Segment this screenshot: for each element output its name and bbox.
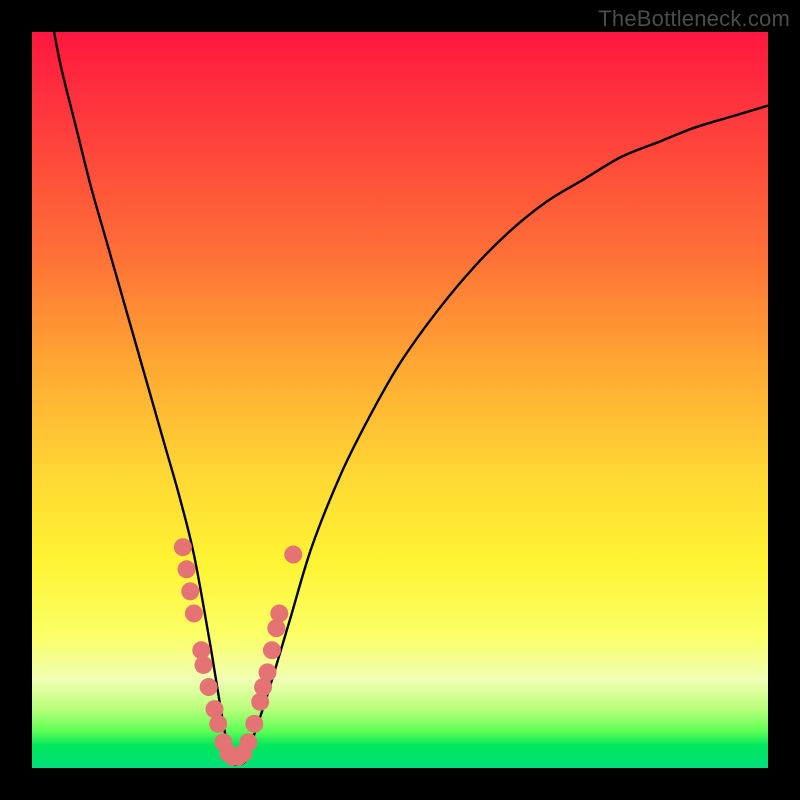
bottleneck-curve <box>54 32 768 765</box>
chart-svg <box>32 32 768 768</box>
data-marker <box>239 733 257 751</box>
data-marker <box>178 560 196 578</box>
data-marker <box>181 582 199 600</box>
data-marker <box>284 546 302 564</box>
data-marker <box>200 678 218 696</box>
data-marker <box>263 641 281 659</box>
plot-area <box>32 32 768 768</box>
data-marker <box>174 538 192 556</box>
watermark-text: TheBottleneck.com <box>598 6 790 32</box>
data-marker <box>209 715 227 733</box>
data-marker <box>259 663 277 681</box>
data-marker <box>245 715 263 733</box>
data-marker <box>270 604 288 622</box>
data-marker <box>194 656 212 674</box>
chart-frame: TheBottleneck.com <box>0 0 800 800</box>
marker-group <box>174 538 302 766</box>
data-marker <box>185 604 203 622</box>
